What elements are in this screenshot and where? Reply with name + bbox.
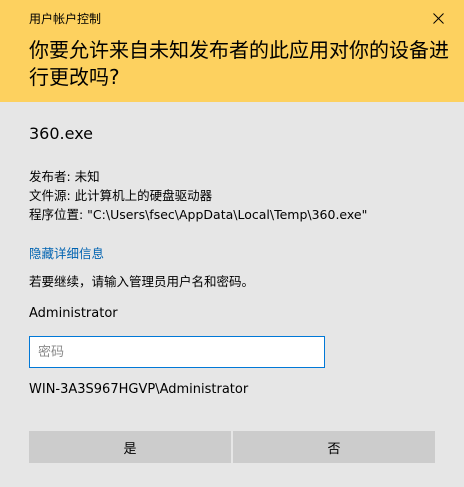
details-block: 发布者: 未知 文件源: 此计算机上的硬盘驱动器 程序位置: "C:\Users…	[29, 167, 367, 224]
app-name: 360.exe	[29, 124, 94, 143]
dialog-title: 用户帐户控制	[29, 12, 102, 26]
close-icon	[432, 12, 444, 24]
publisher-text: 发布者: 未知	[29, 169, 100, 184]
hide-details-link[interactable]: 隐藏详细信息	[29, 243, 104, 262]
uac-question: 你要允许来自未知发布者的此应用对你的设备进行更改吗?	[29, 38, 449, 89]
yes-button[interactable]: 是	[29, 431, 231, 463]
password-field[interactable]	[29, 336, 325, 368]
program-location-text: 程序位置: "C:\Users\fsec\AppData\Local\Temp\…	[29, 207, 368, 222]
dialog-header: 用户帐户控制 你要允许来自未知发布者的此应用对你的设备进行更改吗?	[0, 0, 464, 102]
credential-prompt: 若要继续，请输入管理员用户名和密码。	[29, 274, 255, 289]
file-source-text: 文件源: 此计算机上的硬盘驱动器	[29, 188, 213, 203]
username-label: Administrator	[29, 306, 118, 321]
no-button[interactable]: 否	[233, 431, 435, 463]
close-button[interactable]	[424, 6, 452, 30]
account-domain-text: WIN-3A3S967HGVP\Administrator	[29, 382, 249, 397]
